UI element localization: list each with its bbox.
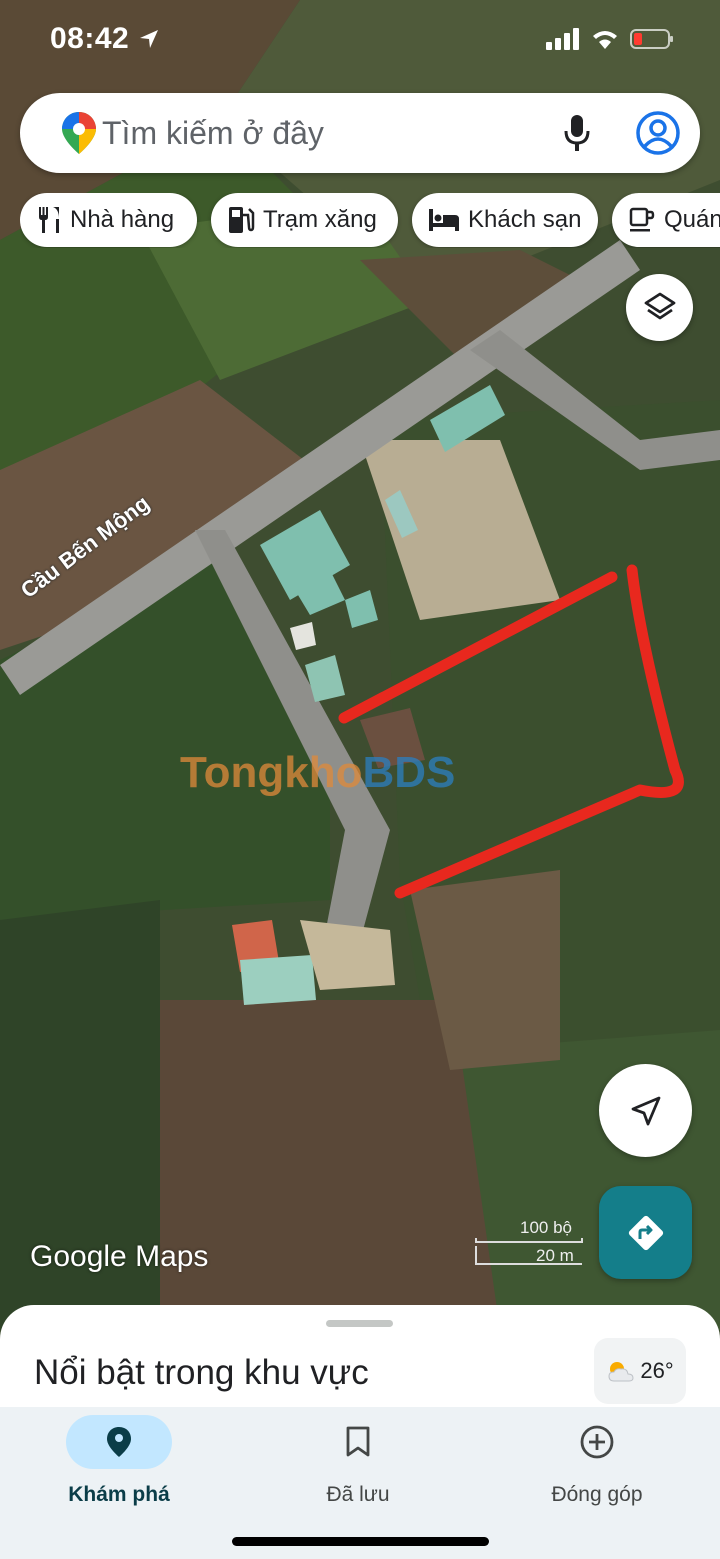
- scale-imperial: 100 bộ: [520, 1218, 572, 1237]
- cafe-icon: [629, 207, 655, 232]
- nav-contribute-label: Đóng góp: [551, 1483, 643, 1506]
- nav-saved[interactable]: Đã lưu: [258, 1415, 458, 1515]
- nav-saved-label: Đã lưu: [326, 1483, 390, 1506]
- watermark: TongkhoBDS: [180, 748, 455, 798]
- scale-metric: 20 m: [536, 1246, 574, 1265]
- chip-label: Nhà hàng: [70, 206, 175, 233]
- battery-low-icon: [630, 29, 673, 49]
- signal-icon: [546, 28, 579, 50]
- temperature: 26°: [640, 1358, 674, 1383]
- add-circle-icon: [580, 1425, 614, 1459]
- location-pin-icon: [107, 1427, 131, 1457]
- gas-station-icon: [229, 207, 255, 233]
- chip-label: Khách sạn: [468, 206, 582, 233]
- chip-restaurants[interactable]: Nhà hàng: [20, 193, 197, 247]
- layers-icon: [644, 292, 675, 319]
- status-bar: 08:42: [0, 0, 720, 80]
- my-location-button[interactable]: [599, 1064, 692, 1157]
- chip-cafes[interactable]: Quán: [612, 193, 720, 247]
- bottom-sheet[interactable]: Nổi bật trong khu vực 26°: [0, 1305, 720, 1415]
- google-maps-pin-icon: [62, 112, 96, 154]
- chip-hotels[interactable]: Khách sạn: [412, 193, 598, 247]
- chip-label: Trạm xăng: [263, 206, 377, 233]
- partly-cloudy-icon: [608, 1362, 634, 1382]
- weather-badge[interactable]: 26°: [594, 1338, 686, 1404]
- hotel-icon: [429, 209, 459, 231]
- restaurant-icon: [39, 207, 59, 233]
- map-scale: 100 bộ 20 m: [474, 1218, 584, 1268]
- nav-saved-indicator: [305, 1415, 411, 1469]
- nav-contribute[interactable]: Đóng góp: [497, 1415, 697, 1515]
- search-bar[interactable]: Tìm kiếm ở đây: [20, 93, 700, 173]
- status-time: 08:42: [50, 22, 130, 55]
- sheet-drag-handle[interactable]: [326, 1320, 393, 1327]
- watermark-part1: Tongkho: [180, 748, 363, 797]
- watermark-part2: BDS: [362, 748, 456, 797]
- navigation-arrow-icon: [631, 1096, 660, 1125]
- chip-label: Quán: [664, 206, 720, 233]
- nav-explore[interactable]: Khám phá: [19, 1415, 219, 1515]
- nav-explore-indicator: [66, 1415, 172, 1469]
- category-chips: Nhà hàng Trạm xăng Khách sạn Quán: [20, 193, 720, 248]
- search-input[interactable]: Tìm kiếm ở đây: [102, 115, 324, 152]
- nav-explore-label: Khám phá: [68, 1483, 170, 1506]
- account-avatar-icon[interactable]: [635, 110, 681, 156]
- google-maps-logo: Google Maps: [30, 1240, 209, 1273]
- microphone-icon[interactable]: [560, 113, 594, 153]
- layers-button[interactable]: [626, 274, 693, 341]
- directions-icon: [628, 1215, 663, 1250]
- home-indicator[interactable]: [232, 1537, 489, 1546]
- sheet-title: Nổi bật trong khu vực: [34, 1353, 369, 1392]
- bookmark-icon: [346, 1426, 370, 1457]
- location-arrow-icon: [140, 30, 158, 48]
- chip-gas-stations[interactable]: Trạm xăng: [211, 193, 398, 247]
- directions-button[interactable]: [599, 1186, 692, 1279]
- nav-contribute-indicator: [544, 1415, 650, 1469]
- wifi-icon: [593, 31, 617, 49]
